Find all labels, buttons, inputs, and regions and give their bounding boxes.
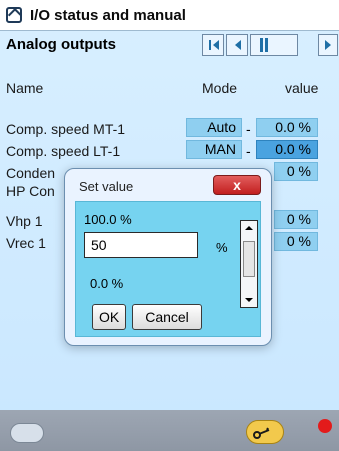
row-separator: - — [246, 121, 251, 137]
row-name: HP Con — [6, 183, 55, 199]
unit-label: % — [216, 240, 228, 255]
row-value[interactable]: 0.0 % — [256, 118, 318, 137]
alarm-bell-icon[interactable] — [318, 419, 332, 433]
home-icon[interactable] — [6, 7, 22, 23]
column-mode-header: Mode — [202, 80, 238, 96]
page-indicator-2 — [265, 38, 268, 52]
row-value[interactable]: 0 % — [274, 232, 318, 251]
set-value-dialog: Set value x 100.0 % 50 % 0.0 % OK Cancel — [64, 168, 272, 346]
value-scrollbar[interactable] — [240, 220, 258, 308]
row-name: Vhp 1 — [6, 213, 43, 229]
row-value-selected[interactable]: 0.0 % — [256, 140, 318, 159]
ok-button[interactable]: OK — [92, 304, 126, 330]
page-title: I/O status and manual — [30, 6, 186, 24]
row-name: Comp. speed LT-1 — [6, 143, 121, 159]
dialog-panel: 100.0 % 50 % 0.0 % OK Cancel — [75, 201, 261, 337]
row-value[interactable]: 0 % — [274, 162, 318, 181]
row-name: Comp. speed MT-1 — [6, 121, 126, 137]
dialog-title: Set value — [79, 179, 134, 194]
cancel-button[interactable]: Cancel — [132, 304, 202, 330]
titlebar: I/O status and manual — [0, 0, 339, 31]
next-page-button[interactable] — [318, 34, 338, 56]
row-name: Vrec 1 — [6, 235, 46, 251]
close-button[interactable]: x — [213, 175, 261, 195]
value-input[interactable]: 50 — [84, 232, 198, 258]
column-value-header: value — [285, 80, 319, 96]
column-name-header: Name — [6, 80, 44, 96]
key-icon[interactable] — [246, 420, 284, 444]
scroll-up-icon[interactable] — [244, 223, 254, 233]
screen: I/O status and manual Analog outputs Nam… — [0, 0, 339, 451]
first-page-button[interactable] — [202, 34, 224, 56]
page-indicator — [260, 38, 263, 52]
row-value[interactable]: 0 % — [274, 210, 318, 229]
scroll-indicator[interactable] — [250, 34, 298, 56]
row-mode[interactable]: Auto — [186, 118, 242, 137]
section-title: Analog outputs — [6, 36, 116, 53]
prev-page-button[interactable] — [226, 34, 248, 56]
row-mode[interactable]: MAN — [186, 140, 242, 159]
bottom-bar — [0, 410, 339, 451]
row-name: Conden — [6, 165, 56, 181]
camera-icon[interactable] — [10, 423, 44, 443]
max-value: 100.0 % — [84, 212, 132, 227]
scroll-down-icon[interactable] — [244, 295, 254, 305]
min-value: 0.0 % — [90, 276, 124, 291]
row-separator: - — [246, 143, 251, 159]
scroll-thumb[interactable] — [243, 241, 255, 277]
